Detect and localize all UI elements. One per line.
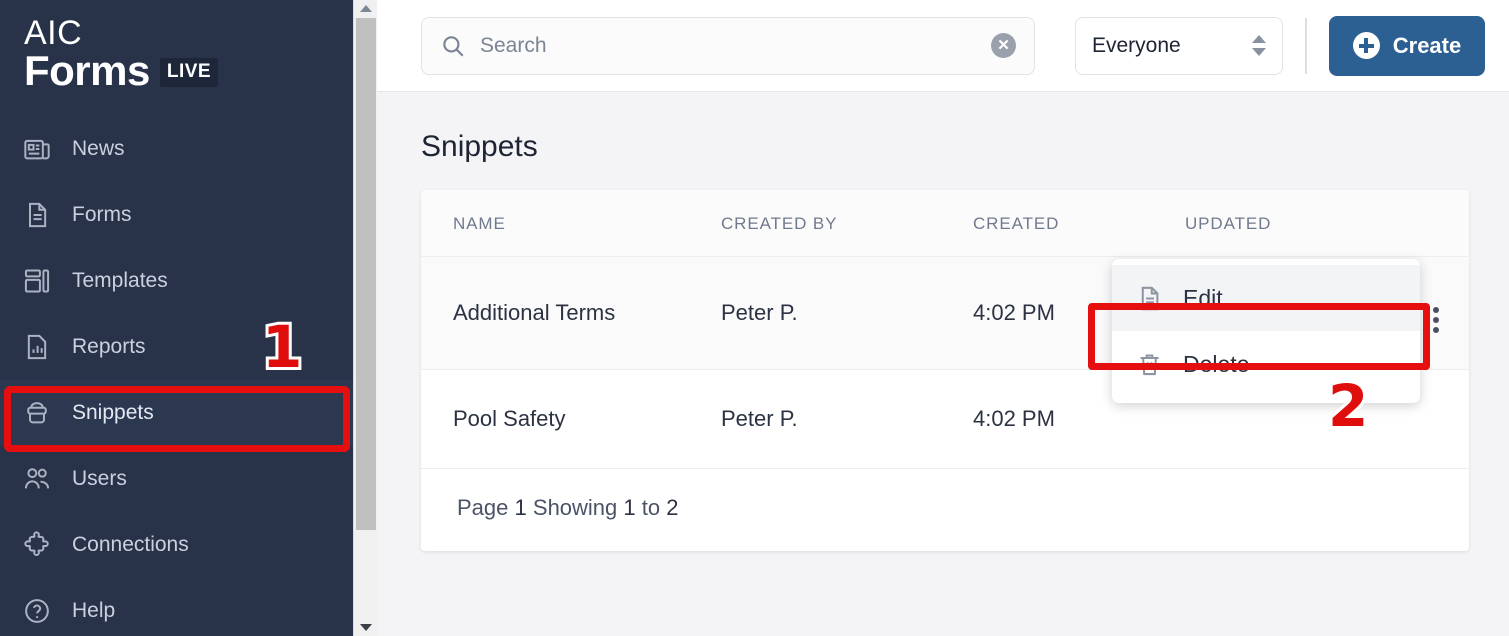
pagination-to-label: to	[641, 495, 661, 520]
column-header-created[interactable]: CREATED	[973, 190, 1185, 257]
audience-select[interactable]: Everyone	[1075, 16, 1283, 75]
sidebar-item-label: Templates	[72, 269, 168, 292]
search-input[interactable]	[480, 33, 991, 58]
sidebar-item-label: Users	[72, 467, 127, 490]
layout-icon	[22, 266, 52, 296]
audience-select-value: Everyone	[1092, 33, 1181, 57]
sidebar-item-label: Reports	[72, 335, 146, 358]
context-menu-item-edit[interactable]: Edit	[1112, 265, 1420, 331]
stepper-chevrons-icon	[1252, 35, 1266, 56]
plus-circle-icon	[1352, 32, 1380, 59]
sidebar-item-snippets[interactable]: Snippets	[0, 380, 353, 446]
newspaper-icon	[22, 134, 52, 164]
column-header-updated[interactable]: UPDATED	[1185, 190, 1469, 257]
pagination-from: 1	[623, 495, 636, 520]
sidebar-item-forms[interactable]: Forms	[0, 182, 353, 248]
table-header-row: NAME CREATED BY CREATED UPDATED	[421, 190, 1469, 257]
content-area: Snippets NAME CREATED BY CREATED UPDATED	[377, 92, 1509, 636]
pagination: Page 1 Showing 1 to 2	[421, 469, 1469, 551]
puzzle-icon	[22, 530, 52, 560]
scroll-down-arrow-icon[interactable]	[354, 619, 377, 636]
sidebar-item-news[interactable]: News	[0, 116, 353, 182]
sidebar-item-label: News	[72, 137, 125, 160]
snippet-icon	[22, 398, 52, 428]
cell-name: Additional Terms	[421, 256, 721, 370]
context-menu-item-label: Edit	[1183, 284, 1223, 311]
sidebar-item-users[interactable]: Users	[0, 446, 353, 512]
cell-name: Pool Safety	[421, 369, 721, 469]
row-context-menu: Edit Delete	[1112, 259, 1420, 403]
main-area: ✕ Everyone Create Snippets	[377, 0, 1509, 636]
sidebar-item-reports[interactable]: Reports	[0, 314, 353, 380]
sidebar-item-templates[interactable]: Templates	[0, 248, 353, 314]
question-icon	[22, 596, 52, 626]
users-icon	[22, 464, 52, 494]
page-scrollbar[interactable]	[353, 0, 377, 636]
row-menu-button[interactable]	[1433, 307, 1439, 333]
document-edit-icon	[1136, 285, 1163, 312]
logo-text-forms: Forms	[24, 47, 150, 94]
top-toolbar: ✕ Everyone Create	[377, 0, 1509, 92]
pagination-to: 2	[666, 495, 679, 520]
trash-icon	[1136, 351, 1163, 378]
logo-badge-live: LIVE	[159, 58, 219, 87]
document-icon	[22, 200, 52, 230]
search-box[interactable]: ✕	[421, 16, 1035, 75]
pagination-page-label: Page	[457, 495, 509, 520]
create-button-label: Create	[1392, 32, 1462, 58]
sidebar-item-label: Snippets	[72, 401, 154, 424]
cell-created-by: Peter P.	[721, 369, 973, 469]
column-header-name[interactable]: NAME	[421, 190, 721, 257]
sidebar-item-label: Help	[72, 599, 116, 622]
scrollbar-thumb[interactable]	[356, 18, 376, 530]
table-header: NAME CREATED BY CREATED UPDATED	[421, 190, 1469, 257]
app-logo: AIC Forms LIVE	[0, 0, 353, 94]
chart-file-icon	[22, 332, 52, 362]
pagination-page-number: 1	[514, 495, 527, 520]
create-button[interactable]: Create	[1329, 15, 1485, 76]
toolbar-divider	[1305, 17, 1307, 74]
app-window: AIC Forms LIVE News Forms Templates Repo…	[0, 0, 1509, 636]
sidebar-item-connections[interactable]: Connections	[0, 512, 353, 578]
sidebar-item-label: Forms	[72, 203, 132, 226]
sidebar-item-label: Connections	[72, 533, 189, 556]
context-menu-item-delete[interactable]: Delete	[1112, 331, 1420, 397]
clear-circle-icon[interactable]: ✕	[991, 33, 1016, 58]
search-icon	[440, 33, 466, 59]
cell-created-by: Peter P.	[721, 256, 973, 370]
sidebar-item-help[interactable]: Help	[0, 578, 353, 636]
column-header-created-by[interactable]: CREATED BY	[721, 190, 973, 257]
scroll-up-arrow-icon[interactable]	[354, 0, 377, 17]
pagination-showing-label: Showing	[532, 495, 618, 520]
sidebar: AIC Forms LIVE News Forms Templates Repo…	[0, 0, 353, 636]
context-menu-item-label: Delete	[1183, 350, 1250, 377]
sidebar-nav: News Forms Templates Reports Snippets Us…	[0, 116, 353, 636]
page-title: Snippets	[421, 130, 538, 163]
